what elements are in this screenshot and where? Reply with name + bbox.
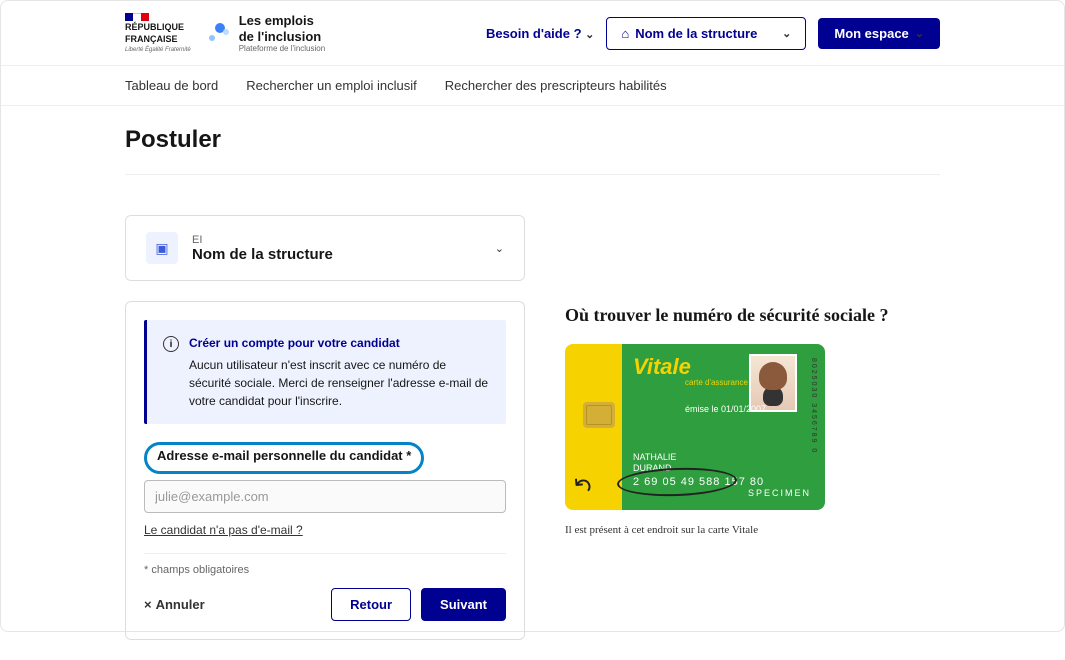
no-email-link[interactable]: Le candidat n'a pas d'e-mail ?: [144, 523, 303, 537]
chevron-down-icon: ⌄: [782, 27, 791, 40]
brand-line2: de l'inclusion: [239, 29, 325, 45]
structure-card[interactable]: ▣ EI Nom de la structure ⌄: [125, 215, 525, 281]
inclusion-icon: [207, 21, 231, 45]
page-title: Postuler: [125, 126, 940, 154]
main-content: ▣ EI Nom de la structure ⌄ i Créer un co…: [1, 195, 1064, 660]
highlight-annotation: Adresse e-mail personnelle du candidat *: [144, 442, 424, 474]
main-nav: Tableau de bord Rechercher un emploi inc…: [1, 66, 1064, 106]
side-title: Où trouver le numéro de sécurité sociale…: [565, 305, 940, 326]
nav-search-prescribers[interactable]: Rechercher des prescripteurs habilités: [445, 78, 667, 93]
structure-dropdown-label: Nom de la structure: [635, 26, 757, 41]
chevron-down-icon: ⌄: [585, 29, 594, 41]
title-divider: [125, 174, 940, 175]
chevron-down-icon: ⌄: [915, 27, 924, 40]
nav-search-job[interactable]: Rechercher un emploi inclusif: [246, 78, 417, 93]
republic-text1: République: [125, 23, 191, 33]
vitale-emise: émise le 01/01/2007: [685, 404, 766, 414]
vitale-brand: Vitale: [633, 354, 691, 380]
header-left: République Française Liberté Égalité Fra…: [125, 13, 325, 53]
structure-type: EI: [192, 234, 333, 246]
help-link[interactable]: Besoin d'aide ? ⌄: [486, 26, 594, 41]
vitale-card-illustration: Vitale carte d'assurance maladie émise l…: [565, 344, 825, 510]
app-header: République Française Liberté Égalité Fra…: [1, 1, 1064, 66]
form-divider: [144, 553, 506, 554]
form-actions: × Annuler Retour Suivant: [144, 588, 506, 621]
info-title: Créer un compte pour votre candidat: [189, 334, 490, 352]
brand-line1: Les emplois: [239, 13, 325, 29]
nav-dashboard[interactable]: Tableau de bord: [125, 78, 218, 93]
email-input[interactable]: [144, 480, 506, 513]
chip-icon: [583, 402, 615, 428]
republic-motto: Liberté Égalité Fraternité: [125, 47, 191, 53]
republic-text2: Française: [125, 35, 191, 45]
structure-icon: ▣: [146, 232, 178, 264]
chevron-down-icon: ⌄: [495, 242, 504, 255]
form-column: ▣ EI Nom de la structure ⌄ i Créer un co…: [125, 215, 525, 640]
brand-logo: Les emplois de l'inclusion Plateforme de…: [207, 13, 325, 53]
structure-dropdown[interactable]: ⌂ Nom de la structure ⌄: [606, 17, 806, 50]
info-icon: i: [163, 336, 179, 352]
email-label: Adresse e-mail personnelle du candidat *: [157, 448, 411, 463]
info-box: i Créer un compte pour votre candidat Au…: [144, 320, 506, 424]
info-body: Aucun utilisateur n'est inscrit avec ce …: [189, 356, 490, 410]
cancel-button[interactable]: × Annuler: [144, 597, 205, 612]
help-column: Où trouver le numéro de sécurité sociale…: [565, 215, 940, 640]
structure-name: Nom de la structure: [192, 246, 333, 263]
vitale-specimen: SPECIMEN: [748, 488, 811, 498]
mandatory-note: * champs obligatoires: [144, 564, 506, 576]
header-right: Besoin d'aide ? ⌄ ⌂ Nom de la structure …: [486, 17, 940, 50]
form-panel: i Créer un compte pour votre candidat Au…: [125, 301, 525, 640]
french-flag-icon: [125, 13, 191, 21]
account-button[interactable]: Mon espace ⌄: [818, 18, 940, 49]
marianne-logo: République Française Liberté Égalité Fra…: [125, 13, 191, 53]
arrow-icon: ↶: [565, 469, 598, 504]
close-icon: ×: [144, 597, 152, 612]
back-button[interactable]: Retour: [331, 588, 411, 621]
brand-subtitle: Plateforme de l'inclusion: [239, 44, 325, 53]
barcode: 8025030 3456789 0: [810, 358, 817, 454]
side-caption: Il est présent à cet endroit sur la cart…: [565, 524, 940, 536]
building-icon: ⌂: [621, 26, 629, 41]
next-button[interactable]: Suivant: [421, 588, 506, 621]
